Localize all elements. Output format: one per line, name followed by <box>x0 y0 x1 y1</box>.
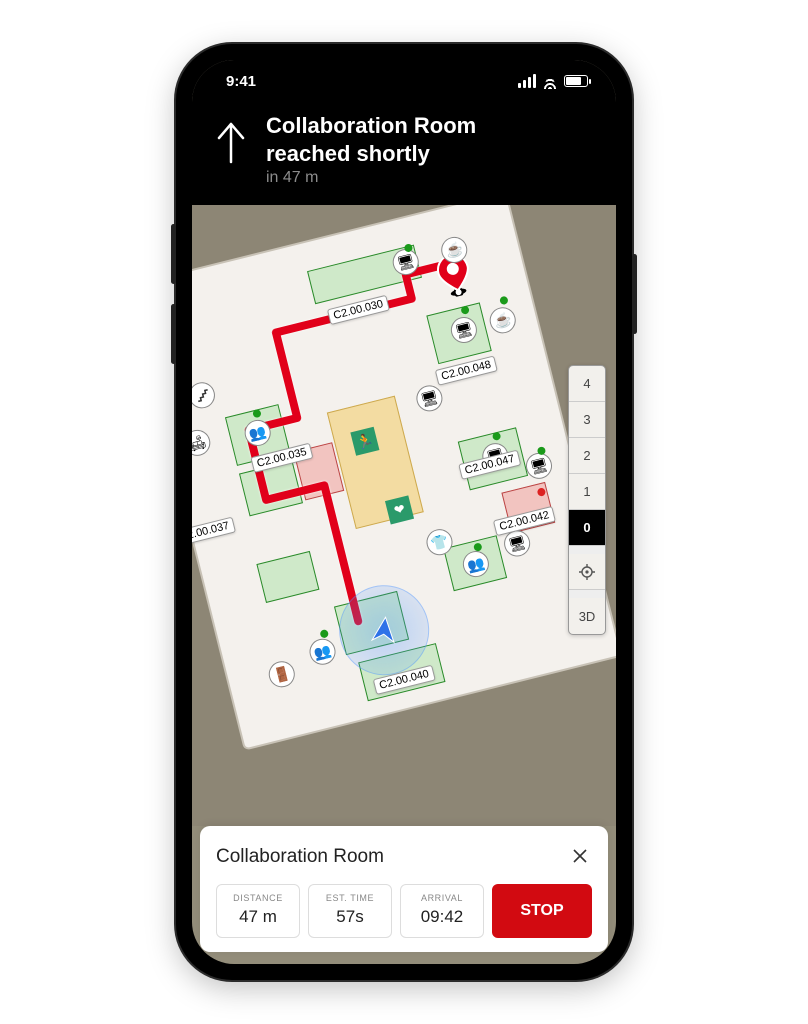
stat-arrival: ARRIVAL 09:42 <box>400 884 484 938</box>
stat-est-time-value: 57s <box>315 907 385 927</box>
floor-button-3[interactable]: 3 <box>569 402 605 438</box>
stat-est-time-label: EST. TIME <box>315 893 385 903</box>
phone-frame: 9:41 Collaboration Room reached shortly … <box>176 44 632 980</box>
floor-button-2[interactable]: 2 <box>569 438 605 474</box>
stat-est-time: EST. TIME 57s <box>308 884 392 938</box>
indoor-map[interactable]: 🛋 🖥 ☕ 🖥 ☕ 👥 🖥 🖥 🚪 👥 👥 🖥 👕 🖥 🏃 <box>192 205 616 826</box>
battery-icon <box>564 75 588 87</box>
close-icon <box>572 848 588 864</box>
stat-arrival-label: ARRIVAL <box>407 893 477 903</box>
floor-selector: 4 3 2 1 0 3D <box>568 365 606 635</box>
locate-icon <box>579 564 595 580</box>
notch <box>309 60 499 90</box>
stat-distance-label: DISTANCE <box>223 893 293 903</box>
direction-arrow-up-icon <box>214 118 248 166</box>
cellular-icon <box>518 74 536 88</box>
stop-button[interactable]: STOP <box>492 884 592 938</box>
stat-arrival-value: 09:42 <box>407 907 477 927</box>
navigation-banner: Collaboration Room reached shortly in 47… <box>192 102 616 205</box>
recenter-button[interactable] <box>569 554 605 590</box>
floor-button-4[interactable]: 4 <box>569 366 605 402</box>
nav-title-line2: reached shortly <box>266 140 476 168</box>
nav-title-line1: Collaboration Room <box>266 112 476 140</box>
floor-button-1[interactable]: 1 <box>569 474 605 510</box>
destination-sheet: Collaboration Room DISTANCE 47 m EST. TI… <box>200 826 608 952</box>
status-time: 9:41 <box>226 73 256 90</box>
screen: 9:41 Collaboration Room reached shortly … <box>192 60 616 964</box>
stat-distance-value: 47 m <box>223 907 293 927</box>
close-button[interactable] <box>568 842 592 872</box>
sheet-title: Collaboration Room <box>216 846 384 868</box>
floor-button-0[interactable]: 0 <box>569 510 605 546</box>
stat-distance: DISTANCE 47 m <box>216 884 300 938</box>
wifi-icon <box>542 73 558 89</box>
building-outline: 🛋 🖥 ☕ 🖥 ☕ 👥 🖥 🖥 🚪 👥 👥 🖥 👕 🖥 🏃 <box>192 205 616 751</box>
view-3d-button[interactable]: 3D <box>569 598 605 634</box>
nav-subtitle: in 47 m <box>266 169 476 187</box>
